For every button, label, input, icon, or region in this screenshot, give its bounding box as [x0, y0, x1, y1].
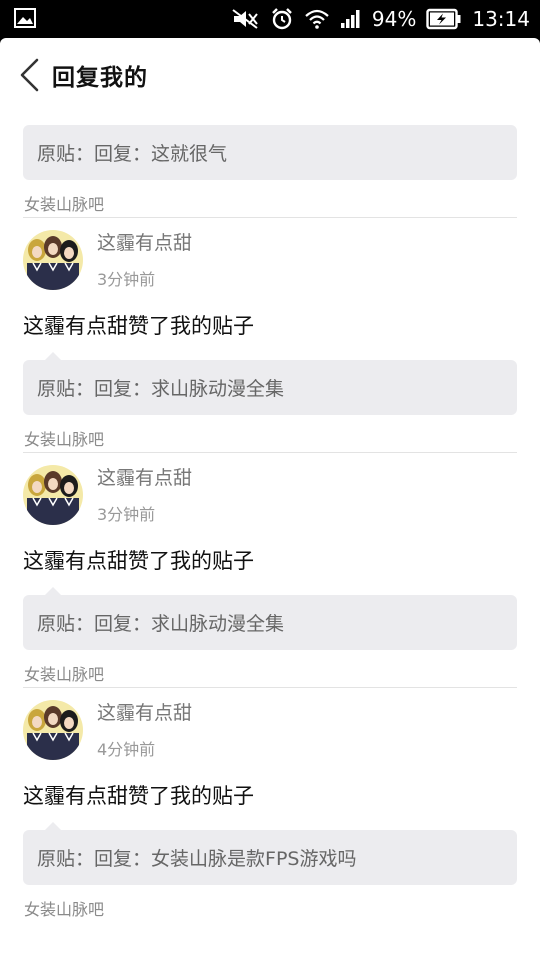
timestamp: 4分钟前	[97, 740, 156, 759]
avatar[interactable]	[23, 230, 83, 290]
avatar[interactable]	[23, 700, 83, 760]
timestamp: 3分钟前	[97, 505, 156, 524]
original-post-label: 原贴：回复：	[37, 848, 152, 870]
original-post-box[interactable]: 原贴：回复： 这就很气	[23, 125, 517, 180]
header: 回复我的	[0, 38, 540, 112]
forum-name[interactable]: 女装山脉吧	[24, 191, 516, 217]
app-panel: 回复我的 原贴：回复： 这就很气 女装山脉吧 这霾有点甜 3分钟前 这霾有点甜赞…	[0, 38, 540, 960]
notification-list: 原贴：回复： 这就很气 女装山脉吧 这霾有点甜 3分钟前 这霾有点甜赞了我的贴子…	[0, 112, 540, 922]
back-button[interactable]	[14, 56, 44, 94]
battery-charging-icon	[426, 8, 462, 30]
signal-icon	[340, 9, 362, 29]
username[interactable]: 这霾有点甜	[97, 698, 192, 725]
clock-time: 13:14	[472, 7, 530, 31]
username[interactable]: 这霾有点甜	[97, 228, 192, 255]
forum-name[interactable]: 女装山脉吧	[24, 896, 516, 922]
page-title: 回复我的	[52, 65, 148, 91]
list-item: 这霾有点甜 4分钟前 这霾有点甜赞了我的贴子 原贴：回复： 女装山脉是款FPS游戏…	[0, 688, 540, 922]
original-post-text: 女装山脉是款FPS游戏吗	[151, 848, 357, 870]
list-item: 这霾有点甜 3分钟前 这霾有点甜赞了我的贴子 原贴：回复： 求山脉动漫全集 女装山…	[0, 453, 540, 688]
original-post-label: 原贴：回复：	[37, 613, 152, 635]
status-bar: 94% 13:14	[0, 0, 540, 38]
chevron-left-icon	[20, 58, 39, 92]
forum-name[interactable]: 女装山脉吧	[24, 426, 516, 452]
notification-message: 这霾有点甜赞了我的贴子	[23, 314, 254, 338]
original-post-text: 求山脉动漫全集	[151, 613, 285, 635]
original-post-text: 这就很气	[151, 143, 228, 165]
battery-percent: 94%	[371, 7, 417, 31]
username[interactable]: 这霾有点甜	[97, 463, 192, 490]
notification-message: 这霾有点甜赞了我的贴子	[23, 784, 254, 808]
timestamp: 3分钟前	[97, 270, 156, 289]
list-item: 这霾有点甜 3分钟前 这霾有点甜赞了我的贴子 原贴：回复： 求山脉动漫全集 女装山…	[0, 218, 540, 453]
original-post-text: 求山脉动漫全集	[151, 378, 285, 400]
alarm-icon	[270, 7, 294, 31]
wifi-icon	[304, 9, 330, 29]
original-post-box[interactable]: 原贴：回复： 求山脉动漫全集	[23, 352, 517, 415]
original-post-label: 原贴：回复：	[37, 378, 152, 400]
avatar[interactable]	[23, 465, 83, 525]
original-post-box[interactable]: 原贴：回复： 女装山脉是款FPS游戏吗	[23, 822, 517, 885]
forum-name[interactable]: 女装山脉吧	[24, 661, 516, 687]
notification-message: 这霾有点甜赞了我的贴子	[23, 549, 254, 573]
original-post-box[interactable]: 原贴：回复： 求山脉动漫全集	[23, 587, 517, 650]
mute-icon	[230, 8, 260, 30]
image-icon	[14, 8, 38, 30]
original-post-label: 原贴：回复：	[37, 143, 152, 165]
